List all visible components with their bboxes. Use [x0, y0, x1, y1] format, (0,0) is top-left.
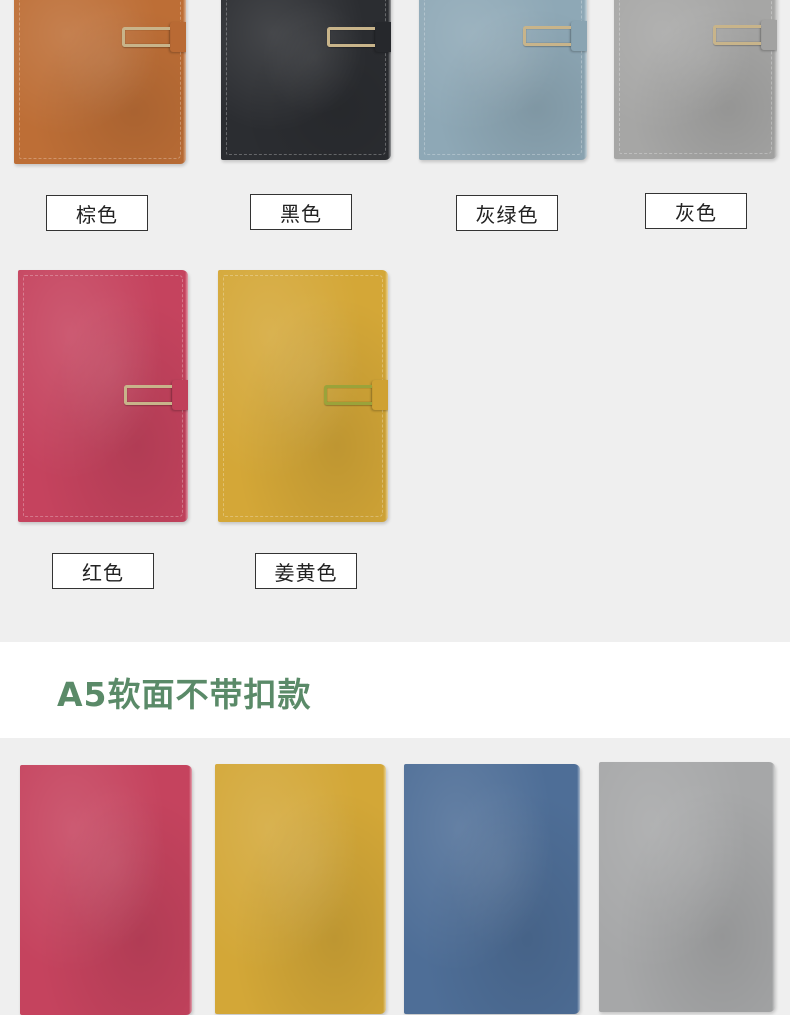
page-edge — [383, 764, 386, 1014]
softcover-section — [0, 738, 790, 1015]
color-label-ginger-yellow: 姜黄色 — [255, 553, 357, 589]
strap — [372, 380, 388, 410]
buckle — [124, 385, 172, 405]
buckle — [327, 27, 375, 47]
page-edge — [772, 762, 775, 1012]
color-label-grey-green: 灰绿色 — [456, 195, 558, 231]
section-title: A5软面不带扣款 — [57, 675, 312, 714]
color-grid-section: 棕色 黑色 灰绿色 灰色 红色 姜黄色 — [0, 0, 790, 642]
notebook-brown — [14, 0, 186, 164]
stitch-line — [226, 0, 386, 155]
stitch-line — [19, 0, 181, 159]
notebook-black — [221, 0, 391, 160]
notebook-softcover-red — [20, 765, 192, 1015]
strap — [571, 21, 587, 51]
notebook-grey — [614, 0, 777, 159]
page-edge — [189, 765, 192, 1015]
buckle — [122, 27, 170, 47]
stitch-line — [619, 0, 772, 154]
buckle — [523, 26, 571, 46]
color-label-black: 黑色 — [250, 194, 352, 230]
buckle — [713, 25, 761, 45]
strap — [375, 22, 391, 52]
buckle — [324, 385, 372, 405]
notebook-softcover-yellow — [215, 764, 386, 1014]
page-edge — [577, 764, 580, 1014]
stitch-line — [424, 0, 582, 155]
notebook-softcover-grey — [599, 762, 775, 1012]
notebook-softcover-blue — [404, 764, 580, 1014]
strap — [172, 380, 188, 410]
color-label-brown: 棕色 — [46, 195, 148, 231]
notebook-grey-green — [419, 0, 587, 160]
notebook-red — [18, 270, 188, 522]
notebook-ginger-yellow — [218, 270, 388, 522]
color-label-grey: 灰色 — [645, 193, 747, 229]
color-label-red: 红色 — [52, 553, 154, 589]
strap — [761, 20, 777, 50]
strap — [170, 22, 186, 52]
